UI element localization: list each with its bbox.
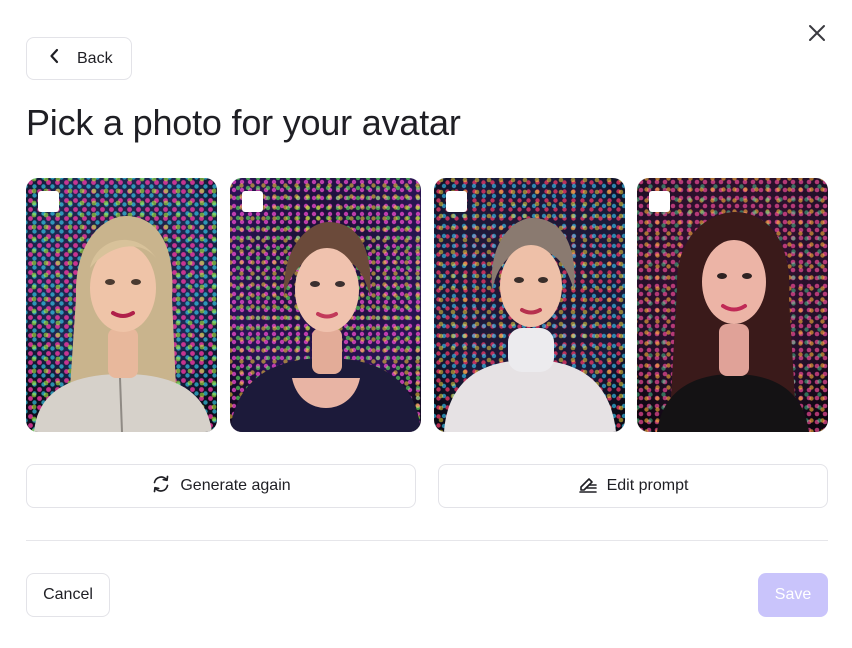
avatar-option-1[interactable]	[26, 178, 217, 432]
close-button[interactable]	[804, 22, 830, 48]
generate-again-label: Generate again	[180, 477, 291, 494]
avatar-photo-image	[230, 178, 421, 432]
avatar-option-2[interactable]	[230, 178, 421, 432]
cancel-button[interactable]: Cancel	[26, 573, 110, 617]
avatar-option-3[interactable]	[434, 178, 625, 432]
edit-prompt-button[interactable]: Edit prompt	[438, 464, 828, 508]
chevron-left-icon	[49, 48, 59, 69]
edit-text-icon	[578, 474, 598, 499]
avatar-photo-image	[26, 178, 217, 432]
page-title: Pick a photo for your avatar	[26, 102, 461, 143]
close-icon	[807, 23, 827, 48]
generate-again-button[interactable]: Generate again	[26, 464, 416, 508]
divider	[26, 540, 828, 541]
select-checkbox[interactable]	[446, 191, 467, 212]
select-checkbox[interactable]	[649, 191, 670, 212]
save-button[interactable]: Save	[758, 573, 828, 617]
select-checkbox[interactable]	[38, 191, 59, 212]
avatar-option-4[interactable]	[637, 178, 828, 432]
refresh-icon	[151, 474, 171, 499]
back-button[interactable]: Back	[26, 37, 132, 80]
edit-prompt-label: Edit prompt	[606, 477, 689, 494]
avatar-photo-image	[637, 178, 828, 432]
avatar-photo-image	[434, 178, 625, 432]
select-checkbox[interactable]	[242, 191, 263, 212]
back-label: Back	[77, 49, 113, 67]
